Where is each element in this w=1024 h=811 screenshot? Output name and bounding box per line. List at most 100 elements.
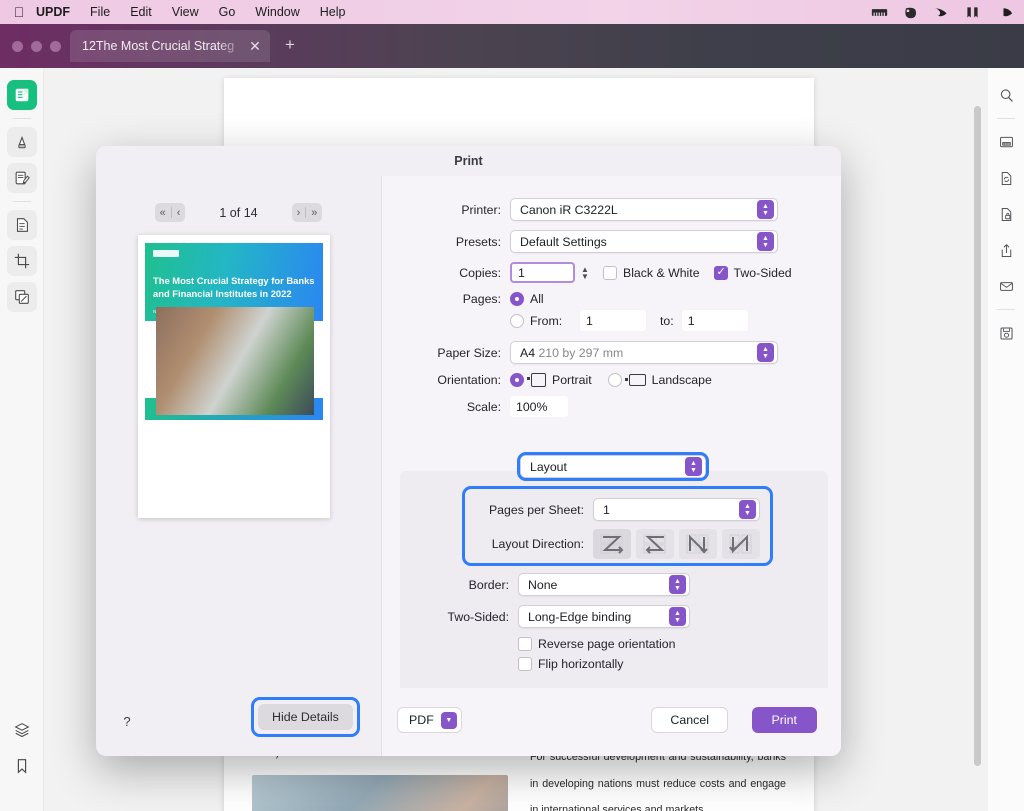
ocr-icon: OCR (998, 134, 1015, 151)
printer-label: Printer: (382, 203, 510, 217)
sidebar-item-ocr[interactable]: OCR (991, 127, 1021, 157)
two-sided-row: Two-Sided: Long-Edge binding ▲▼ (400, 605, 828, 628)
pages-per-sheet-select[interactable]: 1 ▲▼ (593, 498, 760, 521)
print-dialog: Print « ‹ 1 of 14 › » (96, 146, 841, 756)
scale-input[interactable]: 100% (510, 396, 568, 417)
cover-photo (156, 307, 314, 415)
menu-item-go[interactable]: Go (209, 0, 246, 24)
pdf-menu-button[interactable]: PDF ▼ (397, 707, 462, 733)
black-white-checkbox[interactable] (603, 266, 617, 280)
paper-size-label: Paper Size: (382, 346, 510, 360)
sidebar-item-document-edit[interactable] (7, 210, 37, 240)
sidebar-item-save[interactable] (991, 318, 1021, 348)
hide-details-button[interactable]: Hide Details (258, 704, 353, 730)
bookmark-fork-icon[interactable] (964, 5, 981, 20)
copies-value: 1 (518, 266, 525, 280)
swoosh-icon[interactable] (933, 5, 950, 20)
save-icon (998, 325, 1015, 342)
sidebar-item-reader[interactable] (7, 80, 37, 110)
apple-menu-icon[interactable]:  (8, 5, 30, 19)
presets-label: Presets: (382, 235, 510, 249)
layout-direction-n-up-right[interactable] (679, 529, 717, 559)
prev-page-icon[interactable]: ‹ (172, 207, 186, 219)
page-nav-back-group[interactable]: « ‹ (155, 203, 186, 222)
sidebar-item-crop[interactable] (7, 246, 37, 276)
two-sided-binding-select[interactable]: Long-Edge binding ▲▼ (518, 605, 690, 628)
evernote-icon[interactable] (902, 5, 919, 20)
right-toolbar: OCR (988, 68, 1024, 811)
vertical-scrollbar[interactable] (974, 106, 981, 766)
zoom-window-button[interactable] (50, 41, 61, 52)
border-value: None (528, 578, 669, 592)
flip-horizontally-checkbox[interactable] (518, 657, 532, 671)
menu-item-window[interactable]: Window (245, 0, 309, 24)
copies-stepper[interactable]: ▲▼ (579, 266, 591, 280)
layout-direction-highlight: Pages per Sheet: 1 ▲▼ Layout Direction: (465, 489, 770, 563)
print-section-value: Layout (530, 460, 685, 474)
menu-app-name[interactable]: UPDF (30, 0, 80, 24)
pages-range-radio[interactable] (510, 314, 524, 328)
sidebar-item-organize-pages[interactable] (7, 282, 37, 312)
reverse-orientation-row: Reverse page orientation (400, 637, 828, 651)
pages-range-row: From: 1 to: 1 (382, 310, 823, 331)
keyboard-icon[interactable] (871, 5, 888, 20)
sidebar-item-layers[interactable] (7, 715, 37, 745)
layout-direction-z-right-down[interactable] (593, 529, 631, 559)
partial-icon[interactable] (995, 5, 1012, 20)
printer-select[interactable]: Canon iR C3222L ▲▼ (510, 198, 778, 221)
orientation-portrait-radio[interactable] (510, 373, 524, 387)
menu-item-help[interactable]: Help (310, 0, 356, 24)
next-page-icon[interactable]: › (292, 207, 306, 219)
orientation-landscape-label: Landscape (652, 373, 712, 387)
dialog-footer: ? Hide Details PDF ▼ Cancel Print (96, 688, 841, 756)
sidebar-item-email[interactable] (991, 271, 1021, 301)
sidebar-item-bookmark[interactable] (7, 751, 37, 781)
sidebar-item-annotate[interactable] (7, 163, 37, 193)
copies-input[interactable]: 1 (510, 262, 575, 283)
presets-value: Default Settings (520, 235, 757, 249)
z-left-down-icon (642, 533, 668, 555)
new-tab-icon[interactable]: + (281, 37, 299, 55)
chevron-updown-icon: ▲▼ (757, 200, 774, 219)
paper-size-select[interactable]: A4 210 by 297 mm ▲▼ (510, 341, 778, 364)
print-section-select[interactable]: Layout ▲▼ (520, 455, 706, 478)
close-window-button[interactable] (12, 41, 23, 52)
print-button[interactable]: Print (752, 707, 817, 733)
reverse-page-orientation-checkbox[interactable] (518, 637, 532, 651)
sidebar-item-protect[interactable] (991, 199, 1021, 229)
page-nav-forward-group[interactable]: › » (292, 203, 323, 222)
pages-all-radio[interactable] (510, 292, 524, 306)
sidebar-item-highlight[interactable] (7, 127, 37, 157)
reader-icon (13, 86, 31, 104)
copies-label: Copies: (382, 266, 510, 280)
cancel-button[interactable]: Cancel (651, 707, 728, 733)
last-page-icon[interactable]: » (306, 207, 322, 219)
first-page-icon[interactable]: « (155, 207, 171, 219)
menu-item-file[interactable]: File (80, 0, 120, 24)
footer-right: PDF ▼ Cancel Print (381, 688, 841, 756)
border-select[interactable]: None ▲▼ (518, 573, 690, 596)
section-popup-highlight: Layout ▲▼ (520, 455, 706, 478)
pages-from-input[interactable]: 1 (580, 310, 646, 331)
app-body: over, information confidentially might b… (0, 68, 1024, 811)
black-white-label: Black & White (623, 266, 700, 280)
orientation-landscape-radio[interactable] (608, 373, 622, 387)
document-tab[interactable]: 12The Most Crucial Strateg ✕ (70, 30, 270, 62)
chevron-updown-icon: ▲▼ (757, 232, 774, 251)
close-icon[interactable]: ✕ (246, 37, 264, 55)
layout-direction-z-left-down[interactable] (636, 529, 674, 559)
minimize-window-button[interactable] (31, 41, 42, 52)
two-sided-checkbox[interactable] (714, 266, 728, 280)
help-button[interactable]: ? (116, 710, 138, 732)
menu-item-view[interactable]: View (162, 0, 209, 24)
pages-to-input[interactable]: 1 (682, 310, 748, 331)
layout-direction-n-down-right[interactable] (722, 529, 760, 559)
chevron-updown-icon: ▲▼ (669, 575, 686, 594)
presets-select[interactable]: Default Settings ▲▼ (510, 230, 778, 253)
bookmark-icon (13, 757, 31, 775)
sidebar-item-convert[interactable] (991, 163, 1021, 193)
sidebar-item-share[interactable] (991, 235, 1021, 265)
menu-item-edit[interactable]: Edit (120, 0, 162, 24)
logo-icon (153, 250, 179, 257)
sidebar-item-search[interactable] (991, 80, 1021, 110)
